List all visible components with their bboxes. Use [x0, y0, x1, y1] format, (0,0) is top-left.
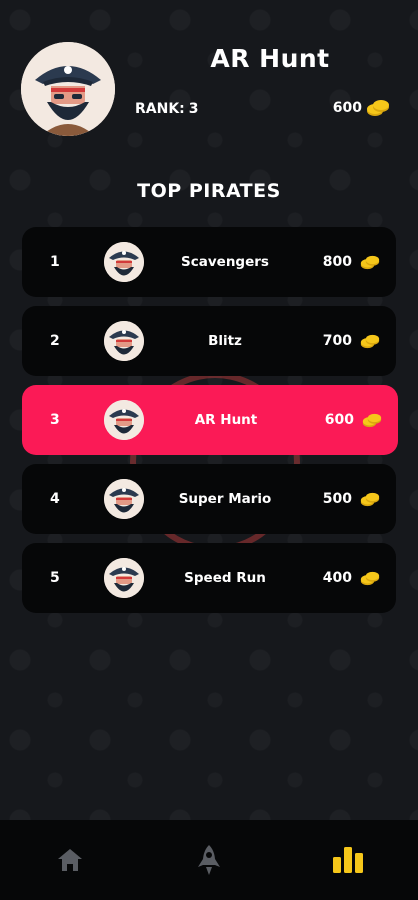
- nav-home[interactable]: [40, 830, 100, 890]
- bottom-nav: [0, 820, 418, 900]
- row-name: Scavengers: [181, 254, 269, 270]
- leaderboard-row[interactable]: 1 Scavengers 800: [22, 227, 396, 297]
- row-name: Speed Run: [184, 570, 266, 586]
- rank-label: RANK:: [135, 101, 185, 117]
- pirate-avatar-icon: [104, 400, 144, 440]
- nav-leaderboard[interactable]: [318, 830, 378, 890]
- player-header: AR Hunt RANK: 3 600: [0, 0, 418, 150]
- leaderboard-row[interactable]: 5 Speed Run 400: [22, 543, 396, 613]
- leaderboard-row[interactable]: 4 Super Mario 500: [22, 464, 396, 534]
- player-score-value: 600: [332, 100, 362, 116]
- row-score: 400: [322, 570, 352, 586]
- row-rank: 5: [50, 570, 60, 586]
- pirate-avatar-icon: [104, 242, 144, 282]
- player-avatar[interactable]: [21, 42, 115, 136]
- pirate-avatar-icon: [104, 558, 144, 598]
- gold-coins-icon: [360, 492, 380, 507]
- home-icon: [57, 849, 82, 871]
- row-name: AR Hunt: [194, 412, 258, 428]
- player-rank: RANK: 3: [135, 101, 199, 117]
- row-score: 700: [322, 333, 352, 349]
- player-score: 600: [333, 99, 390, 117]
- pirate-avatar-icon: [21, 42, 115, 136]
- row-score: 600: [324, 412, 354, 428]
- row-name: Blitz: [208, 333, 242, 349]
- pirate-avatar-icon: [104, 321, 144, 361]
- leaderboard-icon: [333, 847, 364, 873]
- rocket-icon: [197, 845, 220, 875]
- gold-coins-icon: [360, 571, 380, 586]
- row-rank: 1: [50, 254, 60, 270]
- gold-coins-icon: [362, 413, 382, 428]
- nav-rocket[interactable]: [179, 830, 239, 890]
- row-rank: 3: [50, 412, 60, 428]
- pirate-avatar-icon: [104, 479, 144, 519]
- leaderboard-row[interactable]: 2 Blitz 700: [22, 306, 396, 376]
- row-score: 500: [322, 491, 352, 507]
- row-rank: 4: [50, 491, 60, 507]
- gold-coins-icon: [360, 255, 380, 270]
- leaderboard-row-current-player[interactable]: 3 AR Hunt 600: [22, 385, 398, 455]
- gold-coins-icon: [366, 99, 390, 117]
- gold-coins-icon: [360, 334, 380, 349]
- leaderboard-title: TOP PIRATES: [137, 180, 281, 202]
- rank-value: 3: [188, 101, 199, 117]
- player-name: AR Hunt: [210, 44, 330, 73]
- row-name: Super Mario: [178, 491, 272, 507]
- row-score: 800: [322, 254, 352, 270]
- row-rank: 2: [50, 333, 60, 349]
